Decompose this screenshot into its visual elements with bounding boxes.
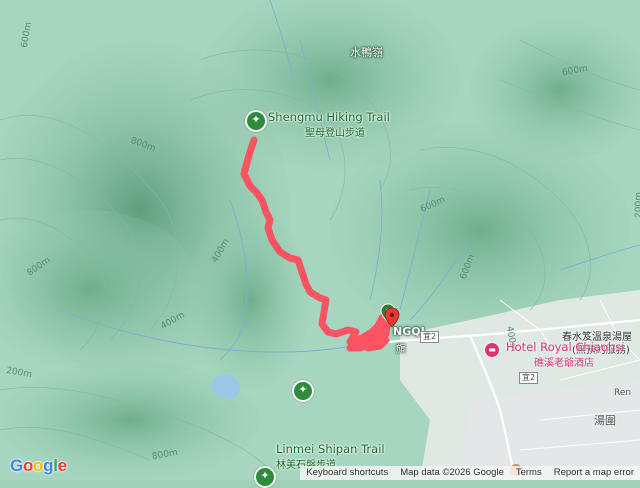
elevation-label: 200m	[633, 192, 640, 218]
road-shield: 宜2	[420, 331, 440, 343]
poi-linmei-trail-name[interactable]: Linmei Shipan Trail	[276, 442, 385, 456]
keyboard-shortcuts-link[interactable]: Keyboard shortcuts	[300, 466, 394, 480]
hotel-name[interactable]: Hotel Royal Chiaohsi	[506, 340, 624, 354]
road-shield: 宜2	[519, 372, 539, 384]
poi-shengmu-trail-name[interactable]: Shengmu Hiking Trail	[268, 110, 390, 124]
place-label-tangwei: 湯圍	[594, 414, 616, 427]
report-error-link[interactable]: Report a map error	[548, 466, 640, 480]
map-data-attribution: Map data ©2026 Google	[400, 467, 504, 478]
hotel-icon[interactable]: ▬	[484, 342, 500, 358]
poi-shengmu-trail-sub: 聖母登山步道	[305, 128, 365, 139]
terms-link[interactable]: Terms	[510, 466, 548, 480]
hiking-icon[interactable]: ✦	[245, 110, 267, 132]
hiking-icon[interactable]: ✦	[254, 466, 276, 488]
terrain-map[interactable]	[0, 0, 640, 480]
village-label-zh: 旗	[396, 344, 406, 355]
hotel-sub: 礁溪老爺酒店	[534, 358, 594, 369]
place-label-shuiyaling: 水鴨嶺	[350, 46, 383, 59]
road-label: Ren	[614, 388, 632, 398]
hiking-icon[interactable]: ✦	[292, 380, 314, 402]
google-logo: Google	[10, 456, 67, 475]
map-footer: Keyboard shortcuts Map data ©2026 Google…	[300, 466, 640, 480]
